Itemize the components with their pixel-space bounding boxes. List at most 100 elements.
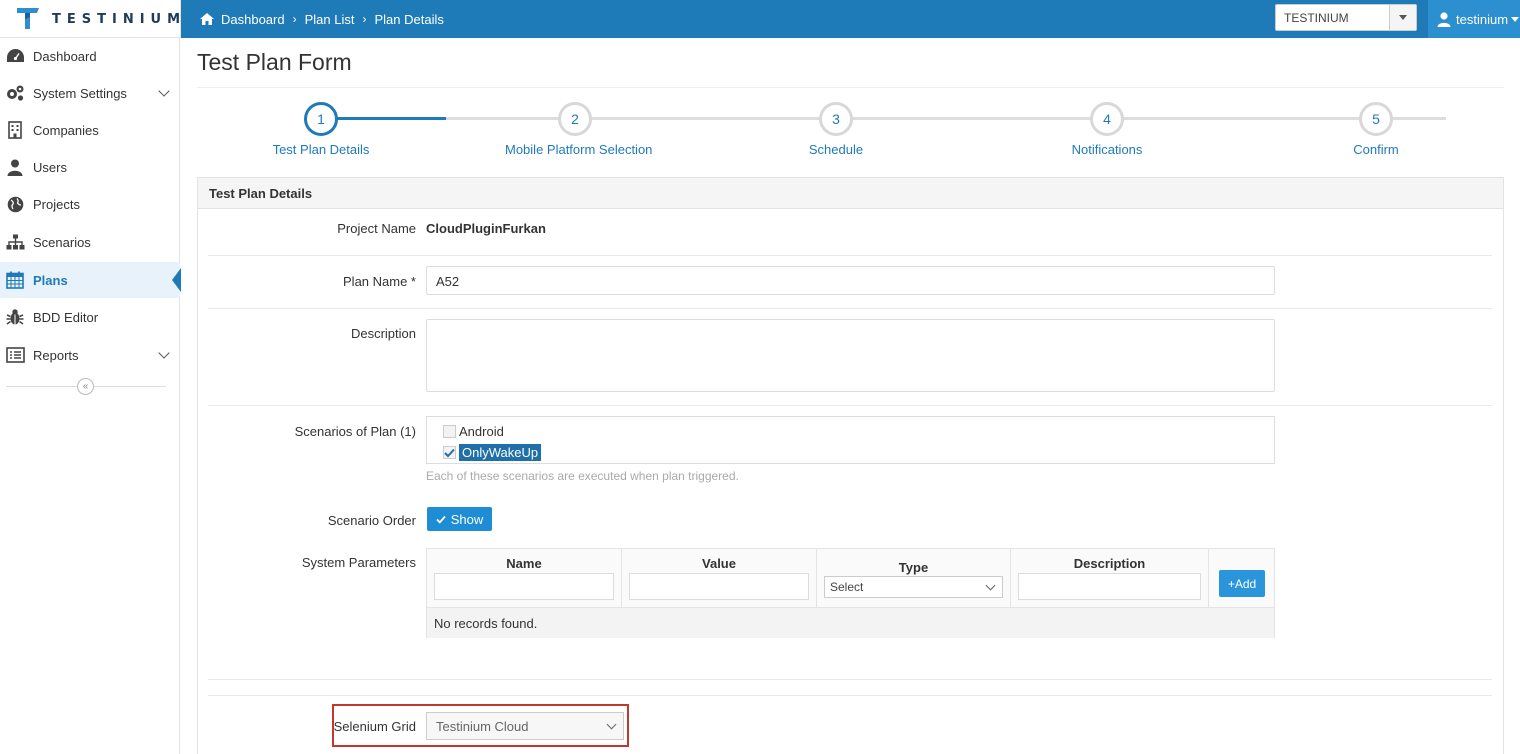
top-navbar: TESTINIUM Dashboard › Plan List › Plan D… [0,0,1520,38]
divider [208,308,1492,309]
project-name-label: Project Name [337,221,416,236]
divider [208,405,1492,406]
step-number: 5 [1359,102,1393,136]
divider [208,255,1492,256]
company-select[interactable]: TESTINIUM [1275,4,1417,31]
breadcrumb-separator: › [292,12,297,26]
checkbox-checked[interactable] [443,446,456,459]
checkbox[interactable] [443,425,456,438]
globe-icon [5,194,25,214]
scenario-order-label: Scenario Order [327,513,416,528]
user-icon [1437,11,1451,27]
description-textarea[interactable] [426,319,1275,392]
param-col-name: Name [427,549,622,607]
bug-icon [5,307,25,327]
sidebar-item-label: Projects [33,196,80,212]
sidebar-item-label: Plans [33,272,68,288]
plan-name-input[interactable]: A52 [426,266,1275,295]
add-parameter-button[interactable]: +Add [1219,570,1265,597]
param-name-input[interactable] [434,573,614,600]
column-header: Value [702,556,736,571]
brand-name: TESTINIUM [52,12,187,27]
sidebar-item-label: Companies [33,122,99,138]
system-parameters-label: System Parameters [301,555,416,570]
company-select-value: TESTINIUM [1284,11,1349,25]
wizard-step-3[interactable]: 3 Schedule [766,102,906,157]
column-header: Type [898,560,929,575]
show-scenario-order-button[interactable]: Show [427,507,492,531]
step-label: Mobile Platform Selection [505,142,653,157]
param-type-select[interactable]: Select [824,576,1003,598]
step-label: Notifications [1071,142,1143,157]
step-label: Test Plan Details [272,142,370,157]
step-number: 1 [304,102,338,136]
logo[interactable]: TESTINIUM [0,0,181,38]
sidebar-item-bdd-editor[interactable]: BDD Editor [0,299,180,335]
sidebar-item-label: Scenarios [33,234,91,250]
breadcrumb: Dashboard › Plan List › Plan Details [199,0,444,38]
caret-down-icon [1511,16,1520,22]
param-description-input[interactable] [1018,573,1201,600]
wizard-step-2[interactable]: 2 Mobile Platform Selection [505,102,653,157]
column-header: Description [1073,556,1146,571]
sidebar-item-label: Dashboard [33,48,97,64]
sidebar-item-projects[interactable]: Projects [0,186,180,222]
sidebar-item-users[interactable]: Users [0,149,180,185]
scenario-checkbox-android[interactable]: Android [443,424,504,439]
list-icon [5,345,25,365]
sidebar-item-label: System Settings [33,85,127,101]
sidebar-item-label: Users [33,159,67,175]
step-number: 3 [819,102,853,136]
breadcrumb-plan-list[interactable]: Plan List [305,12,355,27]
param-value-input[interactable] [629,573,809,600]
description-label: Description [350,326,416,341]
home-icon[interactable] [199,12,215,26]
user-menu[interactable]: testinium [1428,0,1520,38]
chevron-down-icon [158,85,170,97]
wizard-step-4[interactable]: 4 Notifications [1037,102,1177,157]
panel-title: Test Plan Details [198,178,1503,209]
param-type-select-value: Select [830,580,864,594]
test-plan-details-panel: Test Plan Details [197,177,1504,754]
sidebar-item-plans[interactable]: Plans [0,262,181,298]
step-number: 4 [1090,102,1124,136]
selenium-grid-label: Selenium Grid [333,719,416,734]
check-icon [444,448,455,457]
sidebar-item-scenarios[interactable]: Scenarios [0,224,180,260]
empty-table-message: No records found. [427,607,1274,638]
param-col-value: Value [622,549,817,607]
scenarios-checkbox-list: Android OnlyWakeUp [426,416,1275,464]
user-icon [5,157,25,177]
scenario-checkbox-onlywakeup[interactable]: OnlyWakeUp [443,444,542,461]
check-icon [436,515,446,524]
show-button-label: Show [450,511,484,527]
divider [197,87,1504,88]
breadcrumb-dashboard[interactable]: Dashboard [221,12,285,27]
plan-name-label: Plan Name * [343,274,416,289]
wizard-step-5[interactable]: 5 Confirm [1306,102,1446,157]
chevron-down-icon [158,347,170,359]
sidebar-item-label: Reports [33,347,79,363]
calendar-icon [5,270,25,290]
collapse-sidebar-icon[interactable]: « [77,378,94,395]
wizard-steps: 1 Test Plan Details 2 Mobile Platform Se… [197,100,1504,160]
selenium-grid-select[interactable]: Testinium Cloud [426,712,624,740]
divider [208,695,1492,696]
step-label: Schedule [808,142,864,157]
chevron-down-icon [985,580,996,591]
scenario-label: Android [459,424,504,439]
sidebar: Dashboard System Settings Companies User… [0,38,181,754]
scenarios-hint: Each of these scenarios are executed whe… [426,469,739,483]
building-icon [5,120,25,140]
sidebar-item-companies[interactable]: Companies [0,112,180,148]
wizard-step-1[interactable]: 1 Test Plan Details [251,102,391,157]
sidebar-item-dashboard[interactable]: Dashboard [0,38,180,74]
sidebar-item-system-settings[interactable]: System Settings [0,75,180,111]
step-label: Confirm [1353,142,1399,157]
selenium-grid-select-value: Testinium Cloud [436,719,529,734]
scenarios-label: Scenarios of Plan (1) [294,424,416,439]
dashboard-icon [5,46,25,66]
sidebar-item-reports[interactable]: Reports [0,337,180,373]
user-name: testinium [1456,11,1509,27]
chevron-down-icon [606,719,617,730]
